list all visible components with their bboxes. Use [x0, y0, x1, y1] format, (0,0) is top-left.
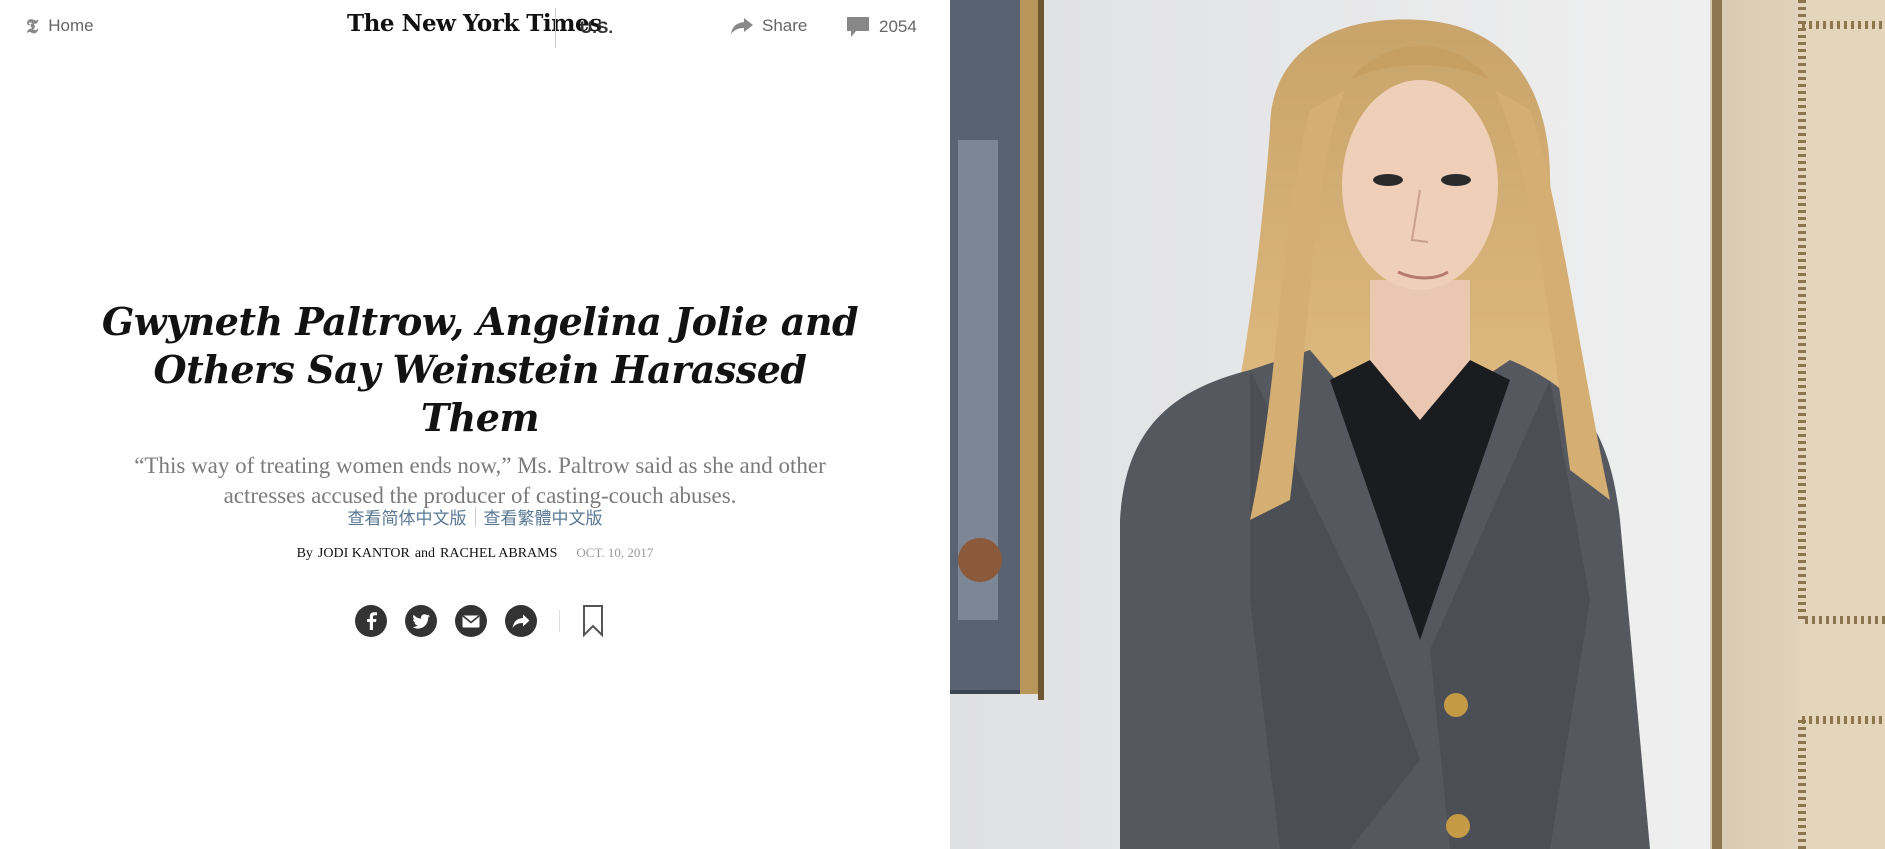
more-share-button[interactable] — [505, 605, 537, 637]
article-summary: “This way of treating women ends now,” M… — [134, 453, 826, 508]
masthead-divider — [555, 8, 556, 48]
simplified-chinese-link[interactable]: 查看简体中文版 — [348, 504, 467, 529]
nyt-t-logo-icon: 𝕿 — [26, 14, 39, 38]
email-share-button[interactable] — [455, 605, 487, 637]
translation-divider — [474, 506, 476, 527]
share-label: Share — [762, 16, 808, 35]
twitter-share-button[interactable] — [405, 605, 437, 637]
bookmark-icon — [583, 605, 603, 637]
share-tools-divider — [559, 610, 560, 632]
email-icon — [462, 614, 480, 627]
twitter-icon — [412, 613, 430, 629]
comment-bubble-icon — [847, 17, 869, 37]
headline: Gwyneth Paltrow, Angelina Jolie and Othe… — [101, 299, 859, 440]
comments-button[interactable]: 2054 — [846, 16, 917, 38]
byline-and: and — [414, 546, 436, 561]
lead-photo — [950, 0, 1885, 849]
save-bookmark-button[interactable] — [582, 605, 604, 637]
author-link[interactable]: JODI KANTOR — [318, 546, 410, 562]
share-button[interactable]: Share — [730, 16, 807, 36]
facebook-icon — [367, 612, 377, 630]
traditional-chinese-link[interactable]: 查看繁體中文版 — [484, 504, 603, 529]
translation-links: 查看简体中文版 查看繁體中文版 — [0, 504, 950, 529]
publish-date: OCT. 10, 2017 — [576, 545, 654, 560]
home-link[interactable]: 𝕿 Home — [26, 16, 94, 36]
home-label: Home — [48, 16, 94, 35]
section-label[interactable]: U.S. — [580, 18, 613, 38]
comment-count: 2054 — [879, 17, 917, 36]
facebook-share-button[interactable] — [355, 605, 387, 637]
portrait-illustration — [950, 0, 1885, 849]
author-link[interactable]: RACHEL ABRAMS — [440, 546, 557, 562]
share-arrow-icon — [731, 18, 753, 34]
byline-prefix: By — [296, 546, 313, 561]
share-icon — [512, 614, 530, 628]
share-tools — [355, 605, 604, 637]
byline: By JODI KANTOR and RACHEL ABRAMS OCT. 10… — [0, 545, 950, 562]
masthead-logo[interactable]: The New York Times — [347, 10, 602, 37]
article-header-pane: 𝕿 Home The New York Times U.S. Share 205… — [0, 0, 950, 849]
